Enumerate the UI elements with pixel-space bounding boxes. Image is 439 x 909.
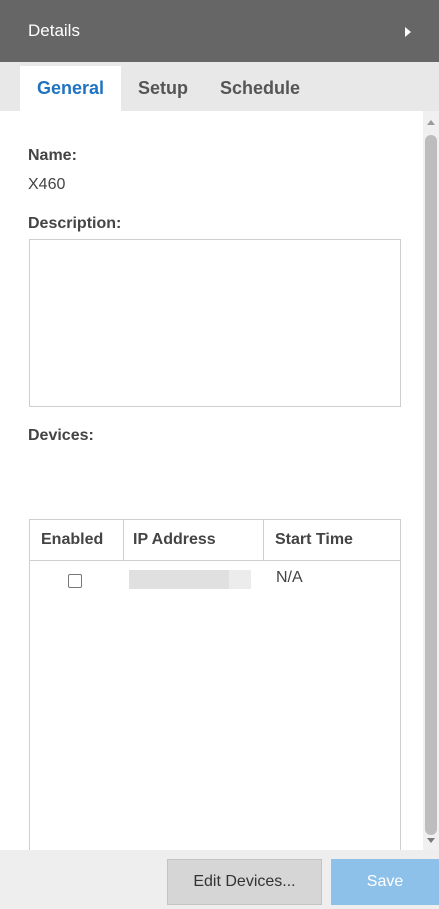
enabled-checkbox[interactable] <box>68 574 82 588</box>
scroll-down-arrow-icon[interactable] <box>427 838 435 843</box>
panel-title: Details <box>28 21 80 40</box>
name-value: X460 <box>28 176 66 193</box>
start-time-cell: N/A <box>276 569 303 586</box>
scrollbar-thumb[interactable] <box>425 135 437 835</box>
description-textarea[interactable] <box>29 239 401 407</box>
column-divider[interactable] <box>263 520 264 560</box>
edit-devices-button[interactable]: Edit Devices... <box>167 859 322 905</box>
caret-right-icon[interactable] <box>405 27 411 37</box>
tab-setup[interactable]: Setup <box>121 66 205 111</box>
ip-address-redaction-edge <box>229 570 251 589</box>
details-header: Details <box>0 0 439 62</box>
column-header-start-time[interactable]: Start Time <box>275 520 353 560</box>
table-header: Enabled IP Address Start Time <box>30 520 400 561</box>
tab-schedule[interactable]: Schedule <box>205 66 315 111</box>
column-header-ip-address[interactable]: IP Address <box>133 520 216 560</box>
name-label: Name: <box>28 147 77 164</box>
tab-general[interactable]: General <box>20 66 121 111</box>
column-divider[interactable] <box>123 520 124 560</box>
description-label: Description: <box>28 215 122 232</box>
scroll-up-arrow-icon[interactable] <box>427 120 435 125</box>
devices-table: Enabled IP Address Start Time N/A <box>29 519 401 859</box>
column-header-enabled[interactable]: Enabled <box>41 520 103 560</box>
devices-label: Devices: <box>28 427 94 444</box>
save-button[interactable]: Save <box>331 859 439 905</box>
